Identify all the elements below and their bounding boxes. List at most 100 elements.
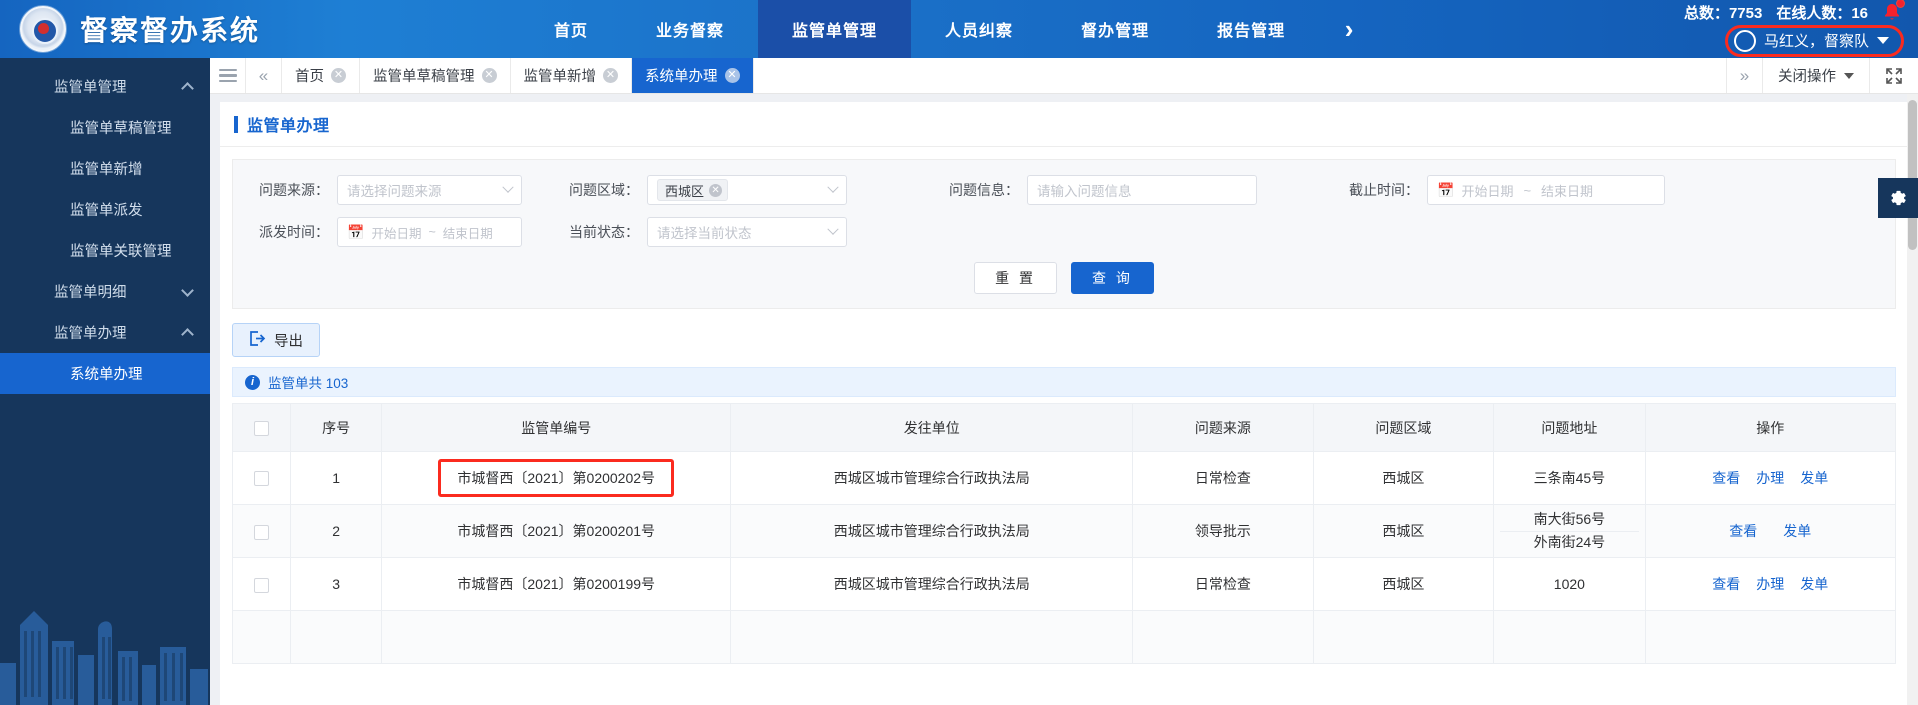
page-card: 监管单办理 问题来源： 请选择问题来源 问题区域： 西城区 ✕ 问题信息： 请输… — [220, 102, 1908, 705]
double-chevron-left-icon[interactable]: « — [246, 58, 282, 93]
info-text: 监管单共 103 — [268, 376, 349, 391]
sidebar-item-draft-management[interactable]: 监管单草稿管理 — [0, 107, 210, 148]
table-row[interactable]: 1 市城督西〔2021〕第0200202号 西城区城市管理综合行政执法局 日常检… — [231, 451, 1897, 505]
table-row[interactable]: 2 市城督西〔2021〕第0200201号 西城区城市管理综合行政执法局 领导批… — [231, 503, 1897, 559]
search-row-1: 问题来源： 请选择问题来源 问题区域： 西城区 ✕ 问题信息： 请输入问题信息 … — [233, 172, 1895, 208]
sidebar-item-order-relation-management[interactable]: 监管单关联管理 — [0, 230, 210, 271]
sidebar-item-label: 监管单明细 — [54, 285, 127, 301]
row-problem-area: 西城区 — [1312, 557, 1495, 612]
deadline-daterange-picker[interactable]: 📅 开始日期 ~ 结束日期 — [1427, 175, 1665, 205]
double-chevron-right-icon[interactable]: » — [1727, 58, 1763, 93]
nav-item-supervision-order-management[interactable]: 监管单管理 — [758, 0, 912, 58]
field-label: 问题信息： — [949, 182, 1019, 198]
calendar-icon: 📅 — [1437, 182, 1455, 198]
table-row[interactable] — [231, 610, 1897, 665]
row-order-code-cell[interactable]: 市城督西〔2021〕第0200199号 — [381, 557, 732, 612]
sidebar-item-label: 监管单管理 — [54, 80, 127, 96]
view-link[interactable]: 查看 — [1729, 521, 1757, 541]
problem-info-input[interactable]: 请输入问题信息 — [1027, 175, 1257, 205]
stats-area: 总数：7753 在线人数：16 — [1683, 0, 1905, 23]
field-current-status: 当前状态： 请选择当前状态 — [543, 217, 923, 247]
end-date-placeholder: 结束日期 — [1541, 183, 1594, 199]
close-operations-label: 关闭操作 — [1778, 69, 1836, 85]
start-date-placeholder: 开始日期 — [371, 226, 422, 241]
nav-item-business-inspection[interactable]: 业务督察 — [622, 0, 758, 58]
close-icon[interactable]: ✕ — [724, 68, 740, 83]
problem-area-select[interactable]: 西城区 ✕ — [647, 175, 847, 205]
current-status-select[interactable]: 请选择当前状态 — [647, 217, 847, 247]
row-index: 1 — [290, 451, 383, 505]
query-button[interactable]: 查 询 — [1071, 262, 1154, 294]
top-header: 督察督办系统 首页 业务督察 监管单管理 人员纠察 督办管理 报告管理 › 总数… — [0, 0, 1918, 58]
reset-button[interactable]: 重 置 — [974, 262, 1057, 294]
table-row[interactable]: 3 市城督西〔2021〕第0200199号 西城区城市管理综合行政执法局 日常检… — [231, 557, 1897, 612]
bell-icon[interactable] — [1882, 0, 1905, 21]
online-count-label: 在线人数：16 — [1776, 4, 1868, 22]
content-area: 监管单办理 问题来源： 请选择问题来源 问题区域： 西城区 ✕ 问题信息： 请输… — [210, 94, 1918, 705]
sidebar-item-system-order-handling[interactable]: 系统单办理 — [0, 353, 210, 394]
issue-order-link[interactable]: 发单 — [1800, 468, 1828, 488]
field-deadline: 截止时间： 📅 开始日期 ~ 结束日期 — [1323, 175, 1665, 205]
close-icon[interactable]: ✕ — [331, 68, 346, 83]
scrollbar-thumb[interactable] — [1908, 100, 1917, 250]
sidebar-item-order-dispatch[interactable]: 监管单派发 — [0, 189, 210, 230]
fullscreen-icon[interactable] — [1870, 58, 1918, 93]
row-checkbox[interactable] — [254, 471, 270, 487]
gear-icon[interactable] — [1878, 178, 1918, 218]
nav-item-report-management[interactable]: 报告管理 — [1183, 0, 1319, 58]
nav-item-home[interactable]: 首页 — [520, 0, 622, 58]
table-header-row: 序号 监管单编号 发往单位 问题来源 问题区域 问题地址 操作 — [231, 403, 1897, 452]
selected-tag[interactable]: 西城区 ✕ — [657, 179, 729, 201]
issue-order-link[interactable]: 发单 — [1800, 574, 1828, 594]
row-operations: 查看 办理 发单 — [1644, 451, 1897, 505]
sidebar-item-supervision-order-management[interactable]: 监管单管理 — [0, 66, 210, 107]
chevron-down-icon — [181, 283, 194, 297]
issue-order-link[interactable]: 发单 — [1783, 521, 1811, 541]
nav-item-personnel-inspection[interactable]: 人员纠察 — [911, 0, 1047, 58]
select-all-checkbox[interactable] — [254, 420, 270, 436]
close-operations-menu[interactable]: 关闭操作 — [1763, 58, 1870, 93]
total-count-label: 总数：7753 — [1683, 4, 1763, 22]
notification-dot — [1896, 0, 1905, 8]
view-link[interactable]: 查看 — [1712, 574, 1740, 594]
title-accent-bar — [234, 115, 238, 133]
tab-draft-management[interactable]: 监管单草稿管理 ✕ — [360, 58, 511, 93]
row-index — [290, 610, 383, 665]
order-code-highlighted[interactable]: 市城督西〔2021〕第0200202号 — [438, 459, 675, 497]
row-checkbox[interactable] — [254, 524, 270, 540]
tab-order-create[interactable]: 监管单新增 ✕ — [511, 58, 632, 93]
close-icon[interactable]: ✕ — [603, 68, 618, 83]
hamburger-icon[interactable] — [210, 58, 246, 93]
tab-home[interactable]: 首页 ✕ — [282, 58, 360, 93]
row-order-code-cell[interactable]: 市城督西〔2021〕第0200201号 — [381, 503, 732, 559]
tab-system-order-handling[interactable]: 系统单办理 ✕ — [632, 58, 754, 93]
user-menu[interactable]: 马红义，督察队 — [1724, 24, 1904, 57]
close-icon[interactable]: ✕ — [481, 68, 497, 83]
chevron-right-icon[interactable]: › — [1319, 0, 1379, 58]
nav-item-supervision-management[interactable]: 督办管理 — [1047, 0, 1183, 58]
info-banner: i 监管单共 103 — [232, 367, 1896, 397]
chevron-down-icon — [502, 181, 514, 193]
field-dispatch-time: 派发时间： 📅 开始日期 ~ 结束日期 — [233, 217, 543, 247]
brand: 督察督办系统 — [0, 6, 520, 52]
handle-link[interactable]: 办理 — [1756, 574, 1784, 594]
column-problem-address: 问题地址 — [1493, 403, 1646, 452]
problem-source-select[interactable]: 请选择问题来源 — [337, 175, 522, 205]
city-skyline-decoration — [0, 555, 210, 705]
row-order-code-cell: 市城督西〔2021〕第0200202号 — [381, 451, 732, 505]
row-target-unit: 西城区城市管理综合行政执法局 — [730, 557, 1134, 612]
column-operations: 操作 — [1644, 403, 1897, 452]
view-link[interactable]: 查看 — [1712, 468, 1740, 488]
sidebar-item-order-create[interactable]: 监管单新增 — [0, 148, 210, 189]
sidebar-item-order-handling[interactable]: 监管单办理 — [0, 312, 210, 353]
top-right-area: 总数：7753 在线人数：16 马红义，督察队 — [1498, 0, 1918, 58]
export-button[interactable]: 导出 — [232, 323, 320, 357]
close-icon[interactable]: ✕ — [709, 183, 723, 197]
dispatch-time-daterange-picker[interactable]: 📅 开始日期 ~ 结束日期 — [337, 217, 522, 247]
application-root: 督察督办系统 首页 业务督察 监管单管理 人员纠察 督办管理 报告管理 › 总数… — [0, 0, 1918, 705]
chevron-down-icon — [1844, 72, 1854, 79]
row-checkbox[interactable] — [254, 577, 270, 593]
sidebar-item-order-detail[interactable]: 监管单明细 — [0, 271, 210, 312]
column-problem-source: 问题来源 — [1132, 403, 1314, 452]
handle-link[interactable]: 办理 — [1756, 468, 1784, 488]
